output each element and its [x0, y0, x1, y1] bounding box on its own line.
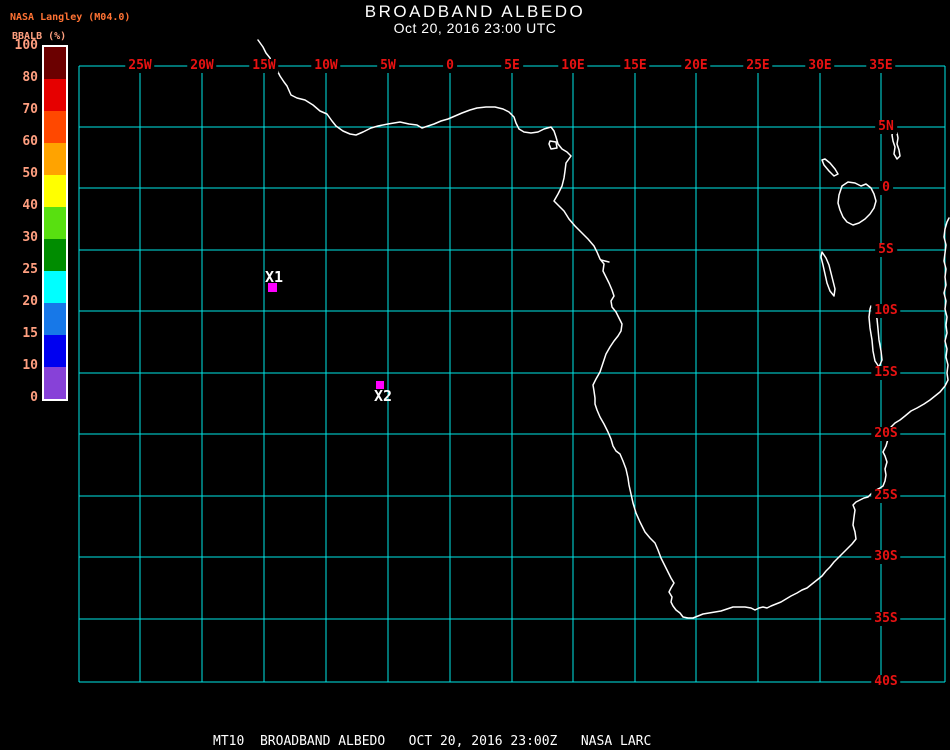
lon-label: 5E: [501, 59, 523, 73]
lon-label: 30E: [805, 59, 835, 73]
map-grid: [78, 65, 946, 683]
lon-label: 15E: [620, 59, 650, 73]
lon-label: 20W: [187, 59, 217, 73]
albedo-map-page: BROADBAND ALBEDO Oct 20, 2016 23:00 UTC …: [0, 0, 950, 750]
lake-albert: [821, 158, 839, 177]
island-bioko: [548, 140, 558, 150]
lon-label: 25W: [125, 59, 155, 73]
lat-label: 5N: [875, 120, 897, 134]
lon-label: 5W: [377, 59, 399, 73]
lake-tanganyika: [820, 251, 836, 297]
lon-label: 25E: [743, 59, 773, 73]
lat-label: 0: [879, 181, 893, 195]
lat-label: 30S: [871, 550, 901, 564]
lat-label: 10S: [871, 304, 901, 318]
lat-label: 5S: [875, 243, 897, 257]
footer-status-line: MT10 BROADBAND ALBEDO OCT 20, 2016 23:00…: [213, 734, 652, 749]
lat-label: 15S: [871, 366, 901, 380]
lon-label: 15W: [249, 59, 279, 73]
lat-label: 20S: [871, 427, 901, 441]
marker-x1-point: [268, 283, 277, 292]
lat-label: 35S: [871, 612, 901, 626]
lon-label: 10E: [558, 59, 588, 73]
lat-label: 25S: [871, 489, 901, 503]
africa-map: [78, 39, 950, 683]
marker-x2-label: X2: [374, 387, 393, 405]
lon-label: 10W: [311, 59, 341, 73]
lon-label: 20E: [681, 59, 711, 73]
lon-label: 0: [443, 59, 457, 73]
lon-label: 35E: [866, 59, 896, 73]
lake-turkana: [891, 130, 901, 160]
lat-label: 40S: [871, 675, 901, 689]
